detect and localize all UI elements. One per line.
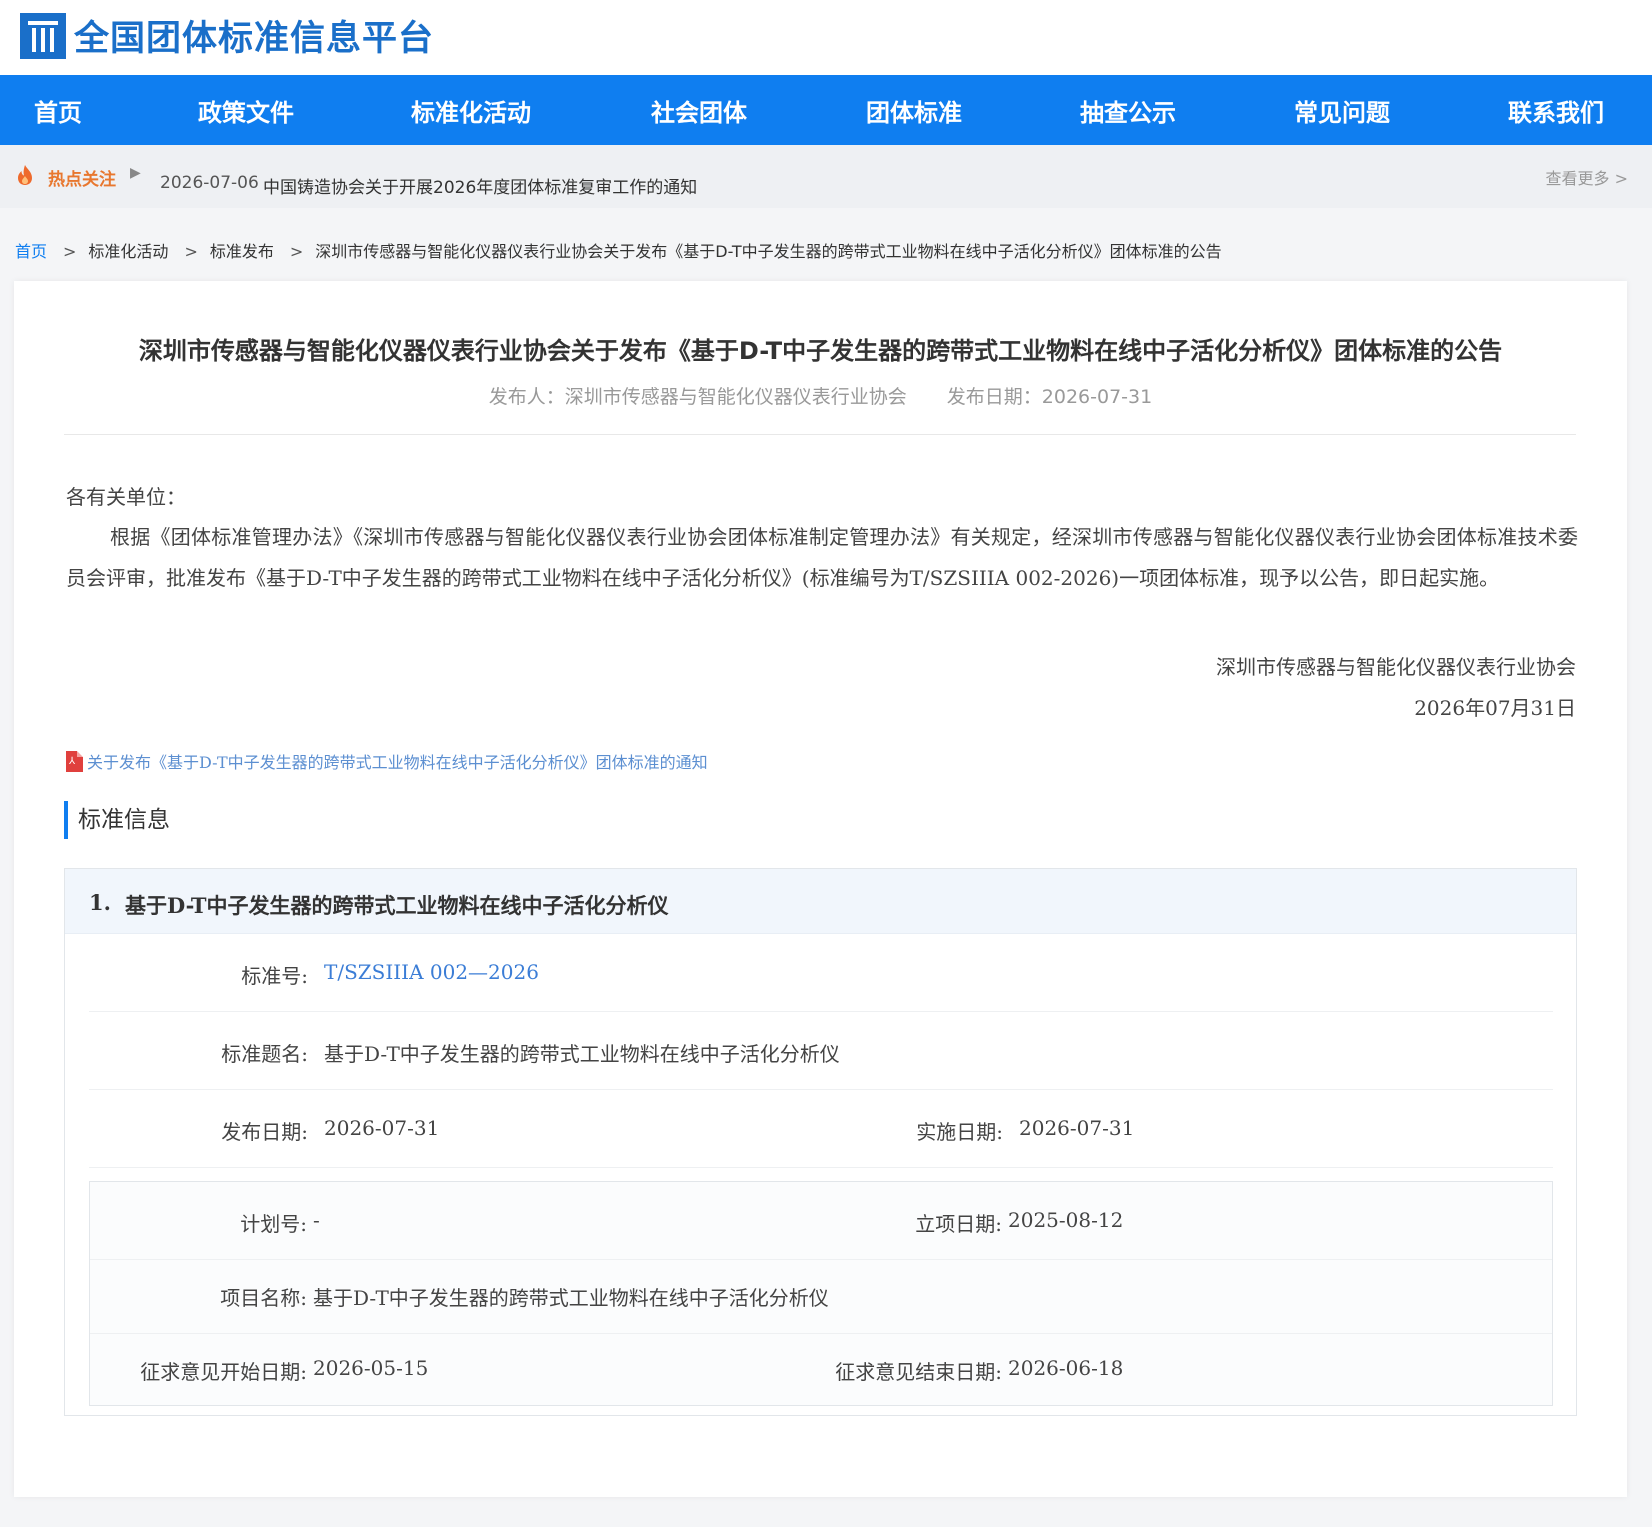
impl-date-value: 2026-07-31 — [1019, 1116, 1135, 1140]
nav-item-faq[interactable]: 常见问题 — [1294, 75, 1390, 145]
title-divider — [64, 434, 1576, 435]
hot-news-link[interactable]: 中国铸造协会关于开展2026年度团体标准复审工作的通知 — [263, 173, 697, 198]
std-title-label: 标准题名: — [221, 1042, 308, 1066]
signature-date: 2026年07月31日 — [1414, 696, 1576, 720]
breadcrumb-separator: > — [289, 242, 304, 261]
std-no-row: 标准号: T/SZSIIIA 002—2026 — [89, 934, 1553, 1012]
article-publisher: 发布人：深圳市传感器与智能化仪器仪表行业协会 — [488, 386, 907, 408]
article-salutation: 各有关单位： — [66, 485, 186, 509]
project-name-value: 基于D-T中子发生器的跨带式工业物料在线中子活化分析仪 — [313, 1286, 829, 1310]
nav-item-social-groups[interactable]: 社会团体 — [651, 75, 747, 145]
site-title: 全国团体标准信息平台 — [74, 18, 435, 59]
project-name-label: 项目名称: — [220, 1286, 307, 1310]
std-no-link[interactable]: T/SZSIIIA 002—2026 — [324, 960, 539, 984]
nav-item-group-standards[interactable]: 团体标准 — [866, 75, 962, 145]
plan-row: 计划号: - 立项日期: 2025-08-12 — [90, 1182, 1552, 1260]
nav-item-contact[interactable]: 联系我们 — [1508, 75, 1604, 145]
pdf-file-icon: ⅄ — [66, 750, 83, 772]
approval-date-value: 2025-08-12 — [1008, 1208, 1124, 1232]
article-paragraph: 根据《团体标准管理办法》《深圳市传感器与智能化仪器仪表行业协会团体标准制定管理办… — [66, 525, 1578, 590]
comment-row: 征求意见开始日期: 2026-05-15 征求意见结束日期: 2026-06-1… — [90, 1330, 1552, 1408]
nav-item-standardization[interactable]: 标准化活动 — [411, 75, 531, 145]
breadcrumb-separator: > — [184, 242, 198, 261]
view-more-link[interactable]: 查看更多 > — [1546, 165, 1629, 189]
project-row: 项目名称: 基于D-T中子发生器的跨带式工业物料在线中子活化分析仪 — [90, 1256, 1552, 1334]
standard-info-panel: 1. 基于D-T中子发生器的跨带式工业物料在线中子活化分析仪 标准号: T/SZ… — [64, 868, 1577, 1416]
std-title-row: 标准题名: 基于D-T中子发生器的跨带式工业物料在线中子活化分析仪 — [89, 1012, 1553, 1090]
release-date-value: 2026-07-31 — [324, 1116, 440, 1140]
standard-info-heading: 标准信息 — [64, 801, 170, 839]
dates-row: 发布日期: 2026-07-31 实施日期: 2026-07-31 — [89, 1090, 1553, 1168]
breadcrumb-standardization[interactable]: 标准化活动 — [88, 242, 168, 261]
std-title-value: 基于D-T中子发生器的跨带式工业物料在线中子活化分析仪 — [324, 1042, 840, 1066]
comment-start-value: 2026-05-15 — [313, 1356, 429, 1380]
nav-item-policy[interactable]: 政策文件 — [198, 75, 294, 145]
comment-end-value: 2026-06-18 — [1008, 1356, 1124, 1380]
hot-topics-label: 热点关注 — [48, 170, 116, 190]
hot-news-date: 2026-07-06 — [160, 173, 259, 193]
standard-item-header: 1. 基于D-T中子发生器的跨带式工业物料在线中子活化分析仪 — [65, 869, 1576, 934]
article-card: 深圳市传感器与智能化仪器仪表行业协会关于发布《基于D-T中子发生器的跨带式工业物… — [14, 281, 1627, 1497]
attachment-link[interactable]: ⅄ 关于发布《基于D-T中子发生器的跨带式工业物料在线中子活化分析仪》团体标准的… — [66, 749, 708, 773]
plan-info-box: 计划号: - 立项日期: 2025-08-12 项目名称: 基于D-T中子发生器… — [89, 1181, 1553, 1406]
plan-no-label: 计划号: — [240, 1212, 307, 1236]
signature-org: 深圳市传感器与智能化仪器仪表行业协会 — [1216, 655, 1576, 679]
comment-start-label: 征求意见开始日期: — [140, 1360, 307, 1384]
site-header: 全国团体标准信息平台 — [0, 0, 1652, 75]
nav-item-home[interactable]: 首页 — [34, 75, 82, 145]
attachment-title: 关于发布《基于D-T中子发生器的跨带式工业物料在线中子活化分析仪》团体标准的通知 — [87, 753, 708, 772]
impl-date-label: 实施日期: — [916, 1120, 1003, 1144]
article-meta: 发布人：深圳市传感器与智能化仪器仪表行业协会 发布日期：2026-07-31 — [14, 382, 1627, 409]
plan-no-value: - — [313, 1208, 320, 1232]
breadcrumb-standard-release[interactable]: 标准发布 — [210, 242, 274, 261]
approval-date-label: 立项日期: — [915, 1212, 1002, 1236]
main-nav: 首页 政策文件 标准化活动 社会团体 团体标准 抽查公示 常见问题 联系我们 — [0, 75, 1652, 145]
breadcrumb-separator: > — [63, 242, 77, 261]
article-publish-date: 发布日期：2026-07-31 — [946, 386, 1153, 408]
std-no-label: 标准号: — [241, 964, 308, 988]
site-logo[interactable]: 全国团体标准信息平台 — [20, 10, 434, 61]
comment-end-label: 征求意见结束日期: — [835, 1360, 1002, 1384]
platform-logo-icon — [20, 12, 66, 59]
release-date-label: 发布日期: — [221, 1120, 308, 1144]
flame-icon — [18, 165, 32, 185]
hot-topics-bar: 热点关注 ▶ 2026-07-06 中国铸造协会关于开展2026年度团体标准复审… — [0, 145, 1652, 208]
standard-item-number: 1. — [89, 890, 111, 915]
standard-item-name: 基于D-T中子发生器的跨带式工业物料在线中子活化分析仪 — [125, 893, 669, 918]
breadcrumb-home[interactable]: 首页 — [15, 242, 47, 261]
play-arrow-icon: ▶ — [130, 165, 141, 181]
breadcrumb-current: 深圳市传感器与智能化仪器仪表行业协会关于发布《基于D-T中子发生器的跨带式工业物… — [315, 242, 1222, 261]
breadcrumb: 首页 > 标准化活动 > 标准发布 > 深圳市传感器与智能化仪器仪表行业协会关于发布《基于D… — [15, 238, 1222, 262]
article-title: 深圳市传感器与智能化仪器仪表行业协会关于发布《基于D-T中子发生器的跨带式工业物… — [138, 337, 1503, 365]
nav-item-inspection[interactable]: 抽查公示 — [1080, 75, 1176, 145]
